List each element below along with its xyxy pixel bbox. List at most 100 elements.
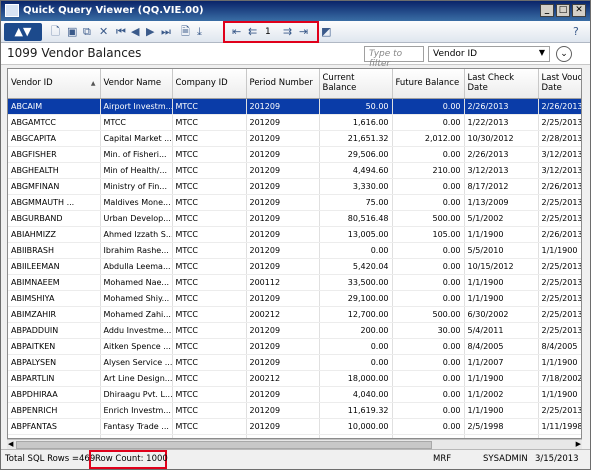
table-row[interactable]: ABGURBAND Urban Develop... MTCC 201209 80,51…: [8, 210, 581, 227]
filter-column-select[interactable]: Vendor ID ▼: [428, 46, 550, 62]
table-cell: MTCC: [172, 322, 247, 339]
table-cell: ABGCAPITA: [8, 130, 101, 147]
table-cell: 1/22/2013: [464, 114, 539, 131]
previous-record-icon[interactable]: ◀: [131, 24, 139, 40]
table-cell: Enrich Investm...: [100, 402, 173, 419]
next-page-icon[interactable]: ⇉: [283, 24, 292, 40]
column-header[interactable]: Last Vouc Date: [538, 69, 581, 99]
table-cell: Urban Develop...: [100, 210, 173, 227]
table-row[interactable]: ABPENRICH Enrich Investm... MTCC 201209 11,6…: [8, 402, 581, 419]
table-cell: 200212: [246, 306, 320, 323]
table-cell: MTCC: [172, 98, 247, 115]
table-cell: MTCC: [172, 354, 247, 371]
table-cell: 0.00: [392, 146, 465, 163]
table-row[interactable]: ABGFISHER Min. of Fisheri... MTCC 201209 29,…: [8, 146, 581, 163]
table-cell: ABGMMAUTH ...: [8, 194, 101, 211]
table-row[interactable]: ABIMNAEEM Mohamed Nae... MTCC 200112 33,500.…: [8, 274, 581, 291]
table-cell: 8/17/2012: [464, 178, 539, 195]
table-cell: 1/1/2007: [464, 354, 539, 371]
table-cell: 33,500.00: [319, 274, 393, 291]
table-row[interactable]: ABPADDUIN Addu Investme... MTCC 201209 200.0…: [8, 322, 581, 339]
table-cell: 201209: [246, 418, 320, 435]
filter-input[interactable]: Type to filter: [364, 46, 424, 69]
table-cell: 201209: [246, 210, 320, 227]
table-cell: ABPADDUIN: [8, 322, 101, 339]
table-row[interactable]: ABPDHIRAA Dhiraagu Pvt. L... MTCC 201209 4,0…: [8, 386, 581, 403]
table-cell: 201209: [246, 194, 320, 211]
table-row[interactable]: ABIMSHIYA Mohamed Shiy... MTCC 201209 29,100…: [8, 290, 581, 307]
table-row[interactable]: ABIAHMIZZ Ahmed Izzath S... MTCC 201209 13,0…: [8, 226, 581, 243]
column-header[interactable]: Current Balance: [319, 69, 393, 99]
table-cell: 13,005.00: [319, 226, 393, 243]
table-cell: Dhiraagu Pvt. L...: [100, 386, 173, 403]
table-cell: Aitken Spence ...: [100, 338, 173, 355]
table-row[interactable]: ABPFANTAS Fantasy Trade ... MTCC 201209 10,0…: [8, 418, 581, 435]
table-cell: Maldives Mone...: [100, 194, 173, 211]
help-icon[interactable]: ?: [573, 24, 579, 40]
previous-page-icon[interactable]: ⇇: [248, 24, 257, 40]
table-cell: 200112: [246, 274, 320, 291]
chart-icon[interactable]: ◩: [321, 24, 331, 40]
export-icon[interactable]: ⤓: [197, 24, 202, 40]
column-header[interactable]: Vendor ID ▲: [8, 69, 101, 99]
expand-circle-icon[interactable]: ⌄: [556, 46, 572, 62]
table-cell: 500.00: [392, 210, 465, 227]
table-cell: 80,516.48: [319, 210, 393, 227]
table-cell: 201209: [246, 354, 320, 371]
table-cell: 4,040.00: [319, 386, 393, 403]
table-cell: 0.00: [392, 418, 465, 435]
table-cell: Abdulla Leema...: [100, 258, 173, 275]
table-row[interactable]: ABGAMTCC MTCC MTCC 201209 1,616.00 0.00 1/22/2…: [8, 114, 581, 131]
last-page-icon[interactable]: ⇥: [299, 24, 308, 40]
table-cell: 201209: [246, 290, 320, 307]
last-record-icon[interactable]: ⏭: [161, 24, 171, 40]
column-header[interactable]: Vendor Name: [100, 69, 173, 99]
table-cell: 2/25/2013: [538, 322, 581, 339]
table-cell: 0.00: [319, 338, 393, 355]
delete-icon[interactable]: ✕: [99, 24, 108, 40]
maximize-button[interactable]: □: [556, 4, 570, 17]
first-page-icon[interactable]: ⇤: [232, 24, 241, 40]
table-cell: MTCC: [172, 146, 247, 163]
scroll-left-icon[interactable]: ◀: [8, 440, 13, 448]
copy-icon[interactable]: ⧉: [83, 24, 91, 40]
table-cell: 1/13/2009: [464, 194, 539, 211]
scrollbar-thumb[interactable]: [16, 441, 432, 449]
table-cell: MTCC: [172, 114, 247, 131]
minimize-button[interactable]: _: [540, 4, 554, 17]
first-record-icon[interactable]: ⏮: [116, 24, 126, 40]
table-row[interactable]: ABPALYSEN Alysen Service ... MTCC 201209 0.0…: [8, 354, 581, 371]
table-cell: 201209: [246, 98, 320, 115]
table-row[interactable]: ABCAIM Airport Investm... MTCC 201209 50.00 0…: [8, 98, 581, 115]
next-record-icon[interactable]: ▶: [146, 24, 154, 40]
scroll-right-icon[interactable]: ▶: [576, 440, 581, 448]
table-cell: 2/26/2013: [538, 98, 581, 115]
column-header[interactable]: Last Check Date: [464, 69, 539, 99]
table-cell: 0.00: [392, 370, 465, 387]
table-row[interactable]: ABGMMAUTH ... Maldives Mone... MTCC 201209 7…: [8, 194, 581, 211]
table-row[interactable]: ABIMZAHIR Mohamed Zahi... MTCC 200212 12,700…: [8, 306, 581, 323]
table-row[interactable]: ABIILEEMAN Abdulla Leema... MTCC 201209 5,42…: [8, 258, 581, 275]
table-cell: 0.00: [319, 242, 393, 259]
column-header[interactable]: Future Balance: [392, 69, 465, 99]
column-header[interactable]: Period Number: [246, 69, 320, 99]
new-icon[interactable]: 🗋: [51, 24, 60, 40]
preview-icon[interactable]: 🗎: [181, 24, 190, 40]
filter-column-value: Vendor ID: [433, 49, 478, 59]
table-cell: 10/15/2012: [464, 258, 539, 275]
horizontal-scrollbar[interactable]: ◀ ▶: [7, 439, 582, 449]
table-cell: 2/25/2013: [538, 114, 581, 131]
table-row[interactable]: ABGHEALTH Min of Health/... MTCC 201209 4,49…: [8, 162, 581, 179]
table-row[interactable]: ABPAITKEN Aitken Spence ... MTCC 201209 0.00…: [8, 338, 581, 355]
column-header[interactable]: Company ID: [172, 69, 247, 99]
table-row[interactable]: ABGCAPITA Capital Market ... MTCC 201209 21,…: [8, 130, 581, 147]
menu-logo-icon[interactable]: ▲▼: [4, 23, 42, 41]
table-cell: 1,616.00: [319, 114, 393, 131]
table-row[interactable]: ABGMFINAN Ministry of Fin... MTCC 201209 3,3…: [8, 178, 581, 195]
table-row[interactable]: ABIIBRASH Ibrahim Rashe... MTCC 201209 0.00 0…: [8, 242, 581, 259]
close-button[interactable]: ✕: [572, 4, 586, 17]
table-row[interactable]: ABPARTLIN Art Line Design... MTCC 200212 18,…: [8, 370, 581, 387]
table-cell: 1/1/1900: [464, 402, 539, 419]
save-icon[interactable]: ▣: [67, 24, 77, 40]
table-header-row: Vendor ID ▲ Vendor Name Company ID Period Nu…: [8, 69, 581, 99]
